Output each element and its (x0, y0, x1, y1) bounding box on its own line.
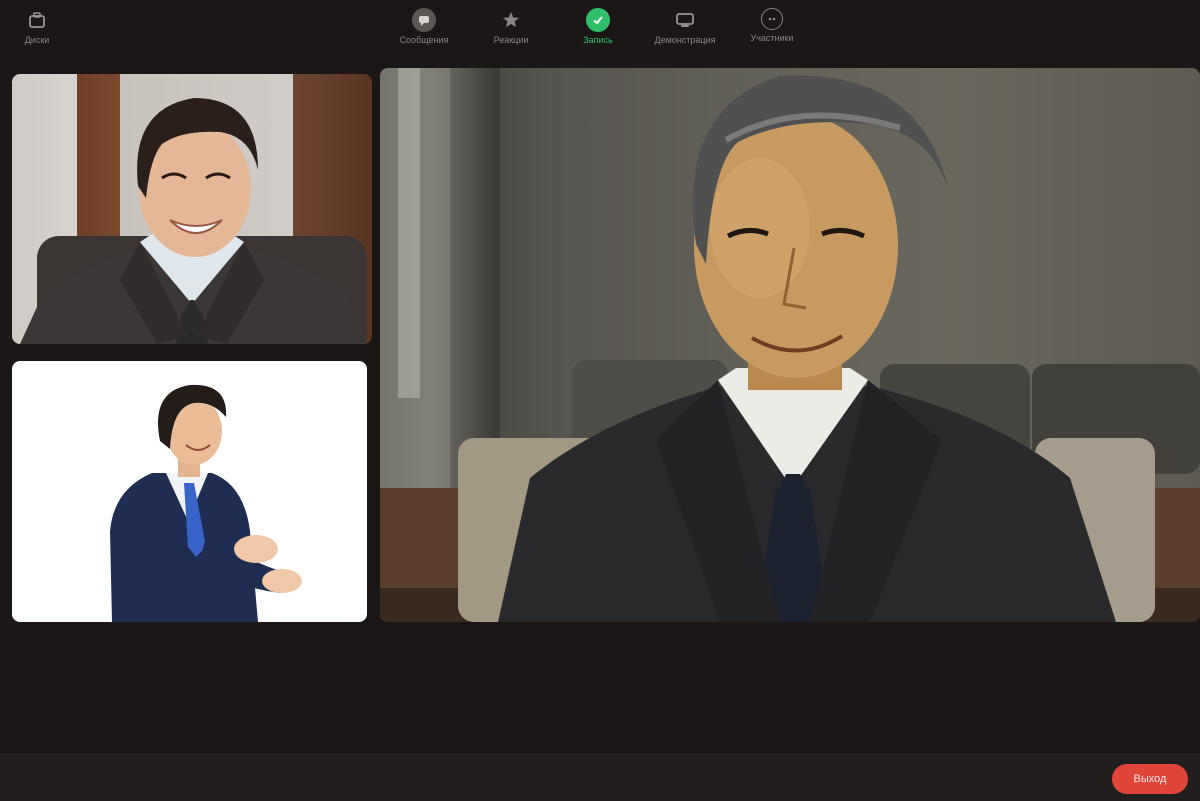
participants-icon (761, 8, 783, 30)
tb-disks-label: Диски (24, 35, 50, 45)
star-icon (499, 8, 523, 32)
call-toolbar (0, 754, 1200, 801)
tb-messages-item[interactable]: Сообщения (389, 8, 459, 45)
tb-share-label: Демонстрация (654, 35, 716, 45)
tb-record-item[interactable]: Запись (563, 8, 633, 45)
check-circle-icon (586, 8, 610, 32)
tb-messages-label: Сообщения (399, 35, 449, 45)
tb-record-label: Запись (583, 35, 613, 45)
participant-tile-a[interactable] (12, 74, 372, 344)
end-call-button[interactable]: Выход (1112, 764, 1188, 794)
participant-a-video (20, 98, 367, 344)
video-call-stage: Диски Сообщения Реакции Запись Демонстра… (0, 0, 1200, 801)
briefcase-icon (25, 8, 49, 32)
tb-disks-item[interactable]: Диски (2, 8, 72, 45)
tb-share-item[interactable]: Демонстрация (650, 8, 720, 45)
tb-participants-item[interactable]: Участники (737, 8, 807, 43)
screen-share-icon (673, 8, 697, 32)
tb-reactions-item[interactable]: Реакции (476, 8, 546, 45)
tb-participants-label: Участники (750, 33, 794, 43)
participant-tile-b[interactable] (12, 361, 367, 622)
participant-b-video (110, 384, 302, 622)
tb-reactions-label: Реакции (493, 35, 529, 45)
chat-icon (412, 8, 436, 32)
participant-c-video (380, 68, 1200, 622)
participant-tile-c[interactable] (380, 68, 1200, 622)
